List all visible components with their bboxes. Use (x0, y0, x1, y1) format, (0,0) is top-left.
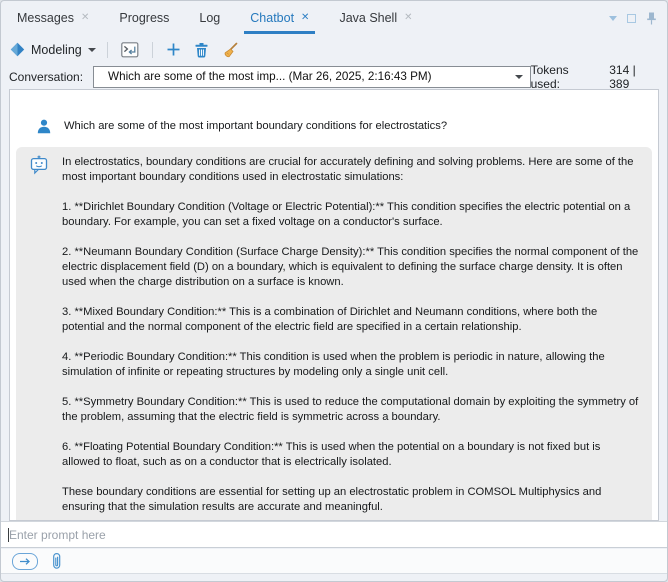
user-message: Which are some of the most important bou… (16, 118, 652, 134)
mode-selector[interactable]: Modeling (10, 42, 96, 57)
tab-label: Log (199, 11, 220, 25)
maximize-icon[interactable] (627, 14, 636, 23)
tokens-used: Tokens used: 314 | 389 (531, 63, 659, 91)
bot-paragraph: 2. **Neumann Boundary Condition (Surface… (62, 245, 640, 290)
tab-java-shell[interactable]: Java Shell ✕ (339, 1, 412, 34)
send-button[interactable] (12, 553, 38, 570)
bot-paragraph: 5. **Symmetry Boundary Condition:** This… (62, 395, 640, 425)
bot-message-text: In electrostatics, boundary conditions a… (62, 155, 640, 515)
delete-conversation-button[interactable] (192, 40, 211, 60)
broom-icon (222, 42, 238, 58)
close-icon[interactable]: ✕ (301, 12, 309, 23)
chatbot-panel: Messages ✕ Progress Log Chatbot ✕ Java S… (0, 0, 668, 582)
chevron-down-icon (515, 75, 523, 79)
tab-progress[interactable]: Progress (119, 1, 169, 34)
bot-paragraph: 3. **Mixed Boundary Condition:** This is… (62, 305, 640, 335)
conversation-label: Conversation: (9, 70, 83, 84)
mode-label: Modeling (31, 43, 82, 57)
tokens-label: Tokens used: (531, 63, 602, 91)
chevron-down-icon (88, 48, 96, 52)
tab-messages[interactable]: Messages ✕ (17, 1, 89, 34)
toolbar-separator (152, 42, 153, 58)
conversation-select[interactable]: Which are some of the most imp... (Mar 2… (93, 66, 531, 88)
bot-paragraph: These boundary conditions are essential … (62, 485, 640, 515)
arrow-right-icon (19, 557, 31, 566)
text-cursor (8, 528, 9, 542)
user-message-text: Which are some of the most important bou… (64, 118, 447, 134)
tab-log[interactable]: Log (199, 1, 220, 34)
bot-message: In electrostatics, boundary conditions a… (16, 147, 652, 521)
close-icon[interactable]: ✕ (404, 12, 412, 23)
prompt-row (1, 521, 667, 548)
conversation-row: Conversation: Which are some of the most… (1, 63, 667, 90)
plus-icon (166, 42, 181, 57)
chat-history: Which are some of the most important bou… (9, 89, 659, 521)
tab-label: Progress (119, 11, 169, 25)
window-controls (609, 12, 657, 25)
trash-icon (194, 42, 209, 58)
toolbar-separator (107, 42, 108, 58)
modeling-diamond-icon (10, 42, 25, 57)
tab-label: Chatbot (250, 11, 294, 25)
bot-paragraph: 6. **Floating Potential Boundary Conditi… (62, 440, 640, 470)
attach-file-icon[interactable] (51, 552, 63, 570)
clear-conversation-button[interactable] (220, 40, 240, 60)
bot-paragraph: In electrostatics, boundary conditions a… (62, 155, 640, 185)
chatbot-toolbar: Modeling (1, 36, 667, 63)
bot-paragraph: 4. **Periodic Boundary Condition:** This… (62, 350, 640, 380)
tab-chatbot[interactable]: Chatbot ✕ (250, 1, 309, 34)
pin-icon[interactable] (646, 12, 657, 25)
tokens-value: 314 | 389 (609, 63, 659, 91)
bot-paragraph: 1. **Dirichlet Boundary Condition (Volta… (62, 200, 640, 230)
user-icon (36, 118, 52, 134)
conversation-selected-value: Which are some of the most imp... (Mar 2… (108, 70, 432, 83)
tab-label: Messages (17, 11, 74, 25)
chatbot-icon (28, 155, 50, 177)
close-icon[interactable]: ✕ (81, 12, 89, 23)
minimize-menu-icon[interactable] (609, 16, 617, 21)
send-to-shell-button[interactable] (119, 40, 141, 60)
new-conversation-button[interactable] (164, 40, 183, 59)
tab-bar: Messages ✕ Progress Log Chatbot ✕ Java S… (1, 1, 667, 34)
shell-icon (121, 42, 139, 58)
prompt-actions (1, 549, 667, 574)
tab-label: Java Shell (339, 11, 397, 25)
prompt-input[interactable] (9, 528, 659, 542)
